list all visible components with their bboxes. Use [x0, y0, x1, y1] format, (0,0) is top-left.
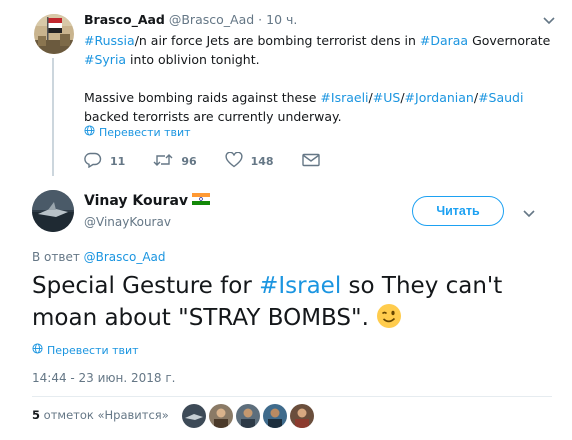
translate-button[interactable]: Перевести твит	[32, 343, 139, 357]
hashtag-link[interactable]: #Daraa	[420, 33, 468, 48]
tweet-text-line: moan about "STRAY BOMBS".	[32, 302, 542, 338]
reply-to-handle[interactable]: @Brasco_Aad	[84, 250, 166, 264]
retweet-count: 96	[181, 155, 197, 168]
hashtag-link[interactable]: #US	[373, 90, 401, 105]
likes-label: отметок «Нравится»	[40, 408, 169, 422]
author-handle[interactable]: @VinayKourav	[84, 215, 171, 229]
tweet-text-segment: backed terorrists are currently underway…	[84, 109, 342, 124]
globe-icon	[84, 125, 95, 139]
parent-translate-button[interactable]: Перевести твит	[84, 125, 191, 139]
reply-icon	[84, 152, 102, 171]
parent-author-avatar[interactable]	[34, 14, 74, 54]
tweet-text-segment: Special Gesture for	[32, 273, 260, 299]
tweet-text-segment: moan about "STRAY BOMBS".	[32, 305, 377, 331]
tweet-text-segment: /n air force Jets are bombing terrorist …	[134, 33, 420, 48]
globe-icon	[32, 343, 43, 357]
liker-avatar[interactable]	[263, 404, 287, 428]
liker-avatar[interactable]	[182, 404, 206, 428]
likes-summary[interactable]: 5 отметок «Нравится»	[32, 408, 169, 422]
reply-context: В ответ @Brasco_Aad	[32, 250, 166, 264]
like-button[interactable]: 148	[225, 151, 274, 171]
hashtag-link[interactable]: #Israeli	[320, 90, 368, 105]
divider	[32, 396, 552, 397]
liker-avatars	[182, 404, 314, 428]
hashtag-link[interactable]: #Saudi	[478, 90, 523, 105]
translate-label: Перевести твит	[99, 125, 191, 139]
author-avatar[interactable]	[32, 190, 74, 232]
tweet-text-segment: Massive bombing raids against these	[84, 90, 321, 105]
author-name-row: Vinay Kourav	[84, 193, 211, 209]
parent-tweet-actions: 11 96 148	[84, 151, 348, 171]
parent-author-handle[interactable]: @Brasco_Aad	[169, 12, 254, 27]
like-count: 148	[250, 155, 274, 168]
parent-time-separator: ·	[258, 12, 263, 27]
parent-tweet-time[interactable]: 10 ч.	[266, 12, 297, 27]
tweet-text-segment: into oblivion tonight.	[126, 52, 260, 67]
tweet-text-segment: Governorate	[468, 33, 551, 48]
tweet-timestamp[interactable]: 14:44 - 23 июн. 2018 г.	[32, 371, 175, 385]
tweet-text: Special Gesture for #Israel so They can'…	[32, 270, 542, 338]
hashtag-link[interactable]: #Russia	[84, 33, 135, 48]
hashtag-link[interactable]: #Syria	[84, 52, 126, 67]
reply-button[interactable]: 11	[84, 152, 125, 171]
tweet-text-line: Special Gesture for #Israel so They can'…	[32, 270, 542, 302]
tweet-text-line: #Syria into oblivion tonight.	[84, 50, 554, 69]
chevron-down-icon[interactable]	[542, 12, 556, 26]
retweet-button[interactable]: 96	[153, 152, 197, 171]
envelope-icon	[301, 153, 320, 170]
tweet-text-segment: so They can't	[341, 273, 503, 299]
winking-face-icon	[376, 303, 402, 338]
translate-label: Перевести твит	[47, 343, 139, 357]
tweet-text-line: backed terorrists are currently underway…	[84, 107, 554, 126]
author-name[interactable]: Vinay Kourav	[84, 193, 188, 209]
thread-connector-line	[52, 58, 54, 176]
likes-count: 5	[32, 408, 41, 422]
retweet-icon	[153, 152, 173, 171]
liker-avatar[interactable]	[236, 404, 260, 428]
liker-avatar[interactable]	[209, 404, 233, 428]
liker-avatar[interactable]	[290, 404, 314, 428]
tweet-text-line: #Russia/n air force Jets are bombing ter…	[84, 31, 554, 50]
reply-count: 11	[110, 155, 126, 168]
hashtag-link[interactable]: #Israel	[259, 273, 341, 299]
parent-author-name[interactable]: Brasco_Aad	[84, 12, 165, 27]
chevron-down-icon[interactable]	[522, 205, 536, 219]
parent-tweet-text: #Russia/n air force Jets are bombing ter…	[84, 31, 554, 126]
reply-prefix: В ответ	[32, 250, 84, 264]
direct-message-button[interactable]	[301, 153, 320, 170]
tweet-text-segment-group: moan about "STRAY BOMBS".	[32, 305, 376, 331]
heart-icon	[225, 151, 243, 171]
follow-button[interactable]: Читать	[412, 196, 504, 226]
tweet-text-line: Massive bombing raids against these #Isr…	[84, 88, 554, 107]
india-flag-icon	[192, 193, 211, 209]
parent-tweet-header: Brasco_Aad @Brasco_Aad · 10 ч.	[84, 12, 297, 27]
hashtag-link[interactable]: #Jordanian	[405, 90, 474, 105]
